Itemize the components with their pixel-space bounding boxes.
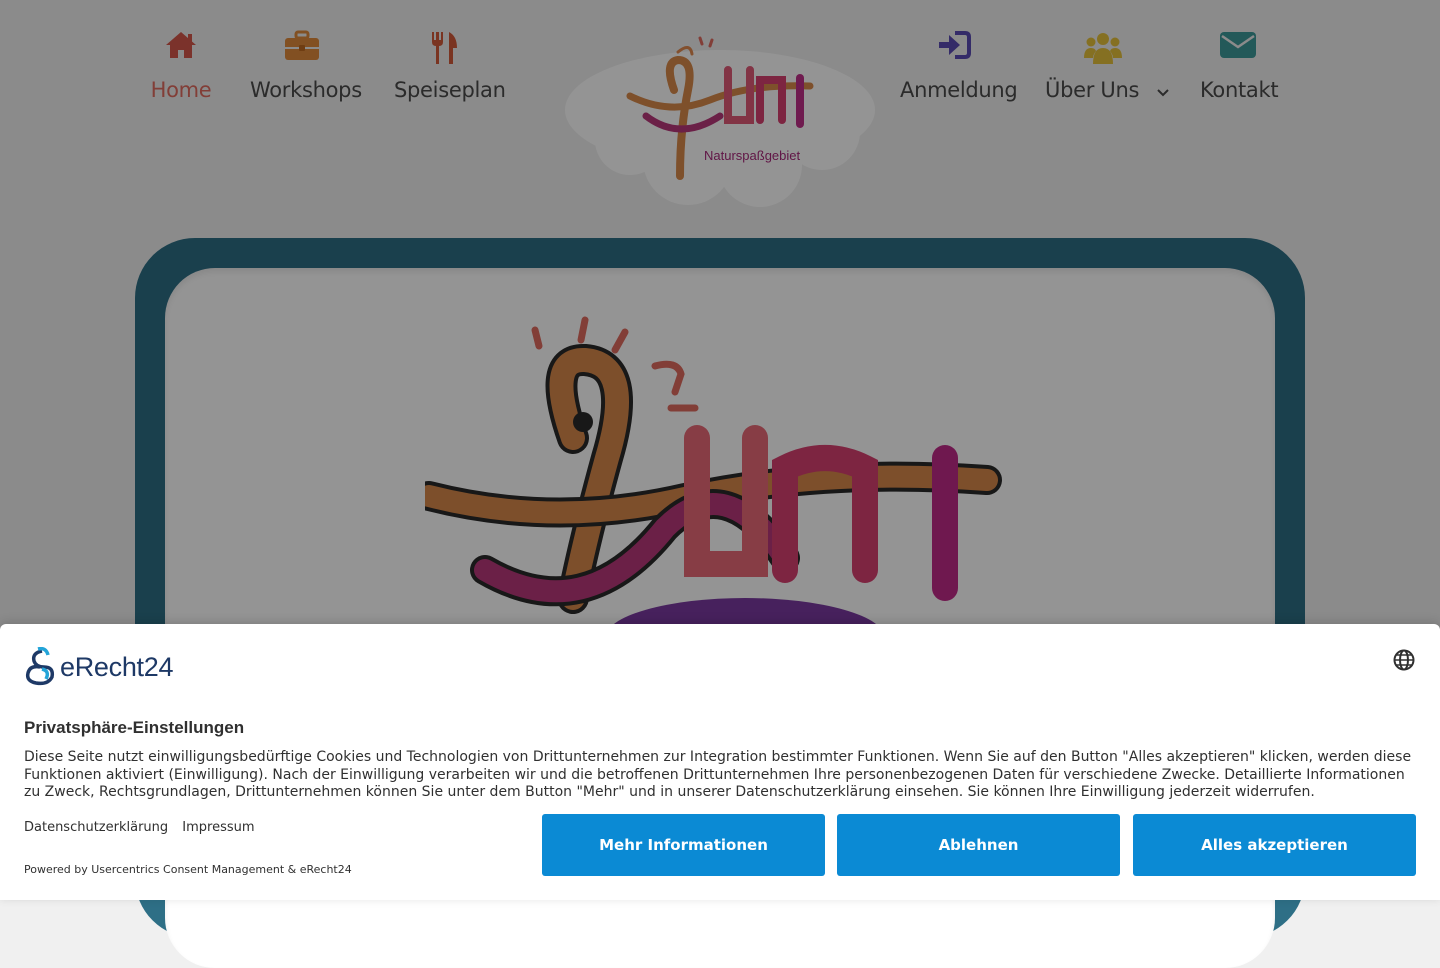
erecht24-brand-text: eRecht24: [60, 651, 174, 682]
erecht24-logo: eRecht24: [24, 646, 173, 688]
erecht24-symbol-icon: [25, 647, 55, 686]
more-information-button[interactable]: Mehr Informationen: [542, 814, 825, 876]
accept-all-button[interactable]: Alles akzeptieren: [1133, 814, 1416, 876]
decline-button[interactable]: Ablehnen: [837, 814, 1120, 876]
powered-by-text: Powered by Usercentrics Consent Manageme…: [24, 863, 352, 876]
consent-title: Privatsphäre-Einstellungen: [24, 718, 245, 737]
imprint-link[interactable]: Impressum: [182, 820, 254, 835]
consent-description: Diese Seite nutzt einwilligungsbedürftig…: [24, 749, 1412, 800]
consent-links: Datenschutzerklärung Impressum: [24, 820, 265, 835]
globe-icon[interactable]: [1392, 648, 1416, 672]
privacy-policy-link[interactable]: Datenschutzerklärung: [24, 820, 168, 835]
